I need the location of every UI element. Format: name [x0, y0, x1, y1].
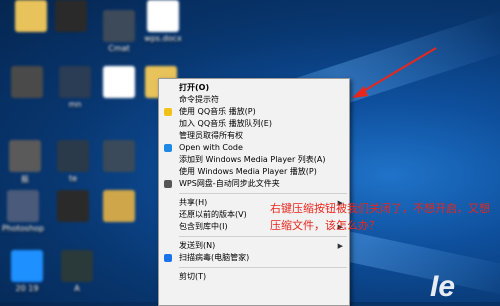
menu-item[interactable]: 加入 QQ音乐 播放队列(E) [159, 118, 349, 130]
menu-item-label: 扫描病毒(电脑管家) [179, 253, 250, 262]
menu-separator [179, 267, 347, 268]
menu-item-label: 还原以前的版本(V) [179, 210, 247, 219]
menu-separator [179, 236, 347, 237]
menu-item[interactable]: 命令提示符 [159, 94, 349, 106]
menu-item-label: 使用 QQ音乐 播放(P) [179, 107, 256, 116]
menu-item[interactable]: 剪切(T) [159, 271, 349, 283]
menu-item-label: 剪切(T) [179, 272, 207, 281]
windows-logo-text: Ie [430, 270, 456, 303]
menu-item[interactable]: 打开(O) [159, 82, 349, 94]
menu-item[interactable]: 使用 Windows Media Player 播放(P) [159, 166, 349, 178]
pc-manager-shield-icon [164, 254, 172, 262]
qq-music-icon [164, 108, 172, 116]
menu-item-label: 命令提示符 [179, 95, 219, 104]
context-menu: 打开(O) 命令提示符使用 QQ音乐 播放(P) 加入 QQ音乐 播放队列(E) 管理… [158, 78, 350, 306]
menu-item[interactable]: WPS网盘-自动同步此文件夹 [159, 178, 349, 190]
menu-item-label: 打开(O) [179, 83, 210, 92]
menu-item-label: 管理员取得所有权 [179, 131, 243, 140]
menu-item[interactable]: 管理员取得所有权 [159, 130, 349, 142]
menu-item-label: 发送到(N) [179, 241, 216, 250]
menu-item-label: WPS网盘-自动同步此文件夹 [179, 179, 280, 188]
menu-separator [179, 193, 347, 194]
menu-item[interactable]: 添加到 Windows Media Player 列表(A) [159, 154, 349, 166]
menu-item-label: 共享(H) [179, 198, 208, 207]
menu-item[interactable]: 使用 QQ音乐 播放(P) [159, 106, 349, 118]
menu-item-label: Open with Code [179, 143, 243, 152]
submenu-arrow-icon: ▶ [337, 242, 343, 250]
vscode-icon [164, 144, 172, 152]
menu-item-label: 加入 QQ音乐 播放队列(E) [179, 119, 272, 128]
menu-item[interactable]: 扫描病毒(电脑管家) [159, 252, 349, 264]
annotation-text: 右键压缩按钮被我们关闭了，不想开启，又想压缩文件，该怎么办？ [270, 202, 490, 232]
menu-item-label: 使用 Windows Media Player 播放(P) [179, 167, 317, 176]
menu-item-label: 添加到 Windows Media Player 列表(A) [179, 155, 326, 164]
menu-item-label: 包含到库中(I) [179, 222, 228, 231]
wps-cloud-icon [164, 180, 172, 188]
menu-item[interactable]: Open with Code [159, 142, 349, 154]
menu-item[interactable]: 发送到(N) ▶ [159, 240, 349, 252]
